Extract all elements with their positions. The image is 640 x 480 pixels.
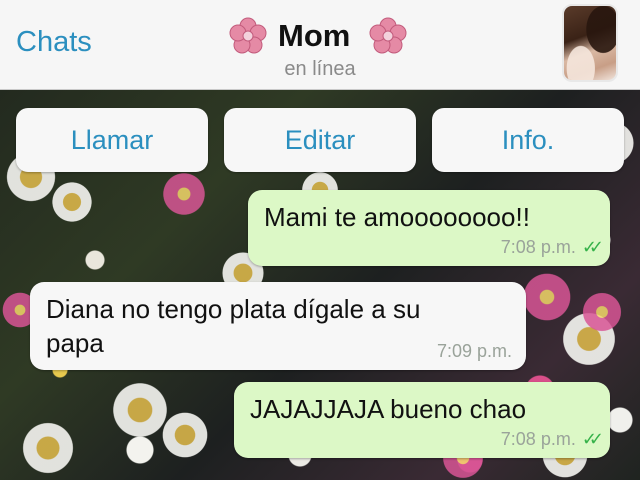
contact-actions-bar: Llamar Editar Info. [16,108,624,172]
call-button[interactable]: Llamar [16,108,208,172]
wallpaper-pink-flower [160,170,208,218]
message-bubble-outgoing[interactable]: JAJAJJAJA bueno chao 7:08 p.m. ✓✓ [234,382,610,458]
chat-header: Chats Mom en línea [0,0,640,90]
wallpaper-pink-flower [520,270,574,324]
back-to-chats-button[interactable]: Chats [16,26,92,59]
message-bubble-outgoing[interactable]: Mami te amoooooooo!! 7:08 p.m. ✓✓ [248,190,610,266]
message-meta: 7:08 p.m. ✓✓ [500,429,604,450]
message-time: 7:09 p.m. [436,341,512,361]
contact-status: en línea [284,58,356,80]
flower-icon [229,17,267,54]
message-meta: 7:08 p.m. ✓✓ [500,237,604,258]
wallpaper-pink-flower [580,290,624,334]
contact-title[interactable]: Mom [222,8,422,54]
message-meta: 7:09 p.m. [437,341,512,362]
message-time: 7:08 p.m. [500,237,576,257]
wallpaper-daisy [20,420,76,476]
message-time: 7:08 p.m. [500,429,576,449]
flower-icon [369,17,407,54]
avatar-photo [564,6,616,80]
wallpaper-daisy [50,180,94,224]
read-receipt-icon: ✓✓ [581,429,604,449]
message-text: Diana no tengo plata dígale a su papa [46,294,421,358]
edit-button[interactable]: Editar [224,108,416,172]
wallpaper-daisy [160,410,210,460]
info-button[interactable]: Info. [432,108,624,172]
contact-avatar[interactable] [562,4,618,82]
message-bubble-incoming[interactable]: Diana no tengo plata dígale a su papa 7:… [30,282,526,370]
message-text: JAJAJJAJA bueno chao [250,394,527,424]
message-text: Mami te amoooooooo!! [264,202,530,232]
contact-name: Mom [278,18,351,53]
read-receipt-icon: ✓✓ [581,237,604,257]
